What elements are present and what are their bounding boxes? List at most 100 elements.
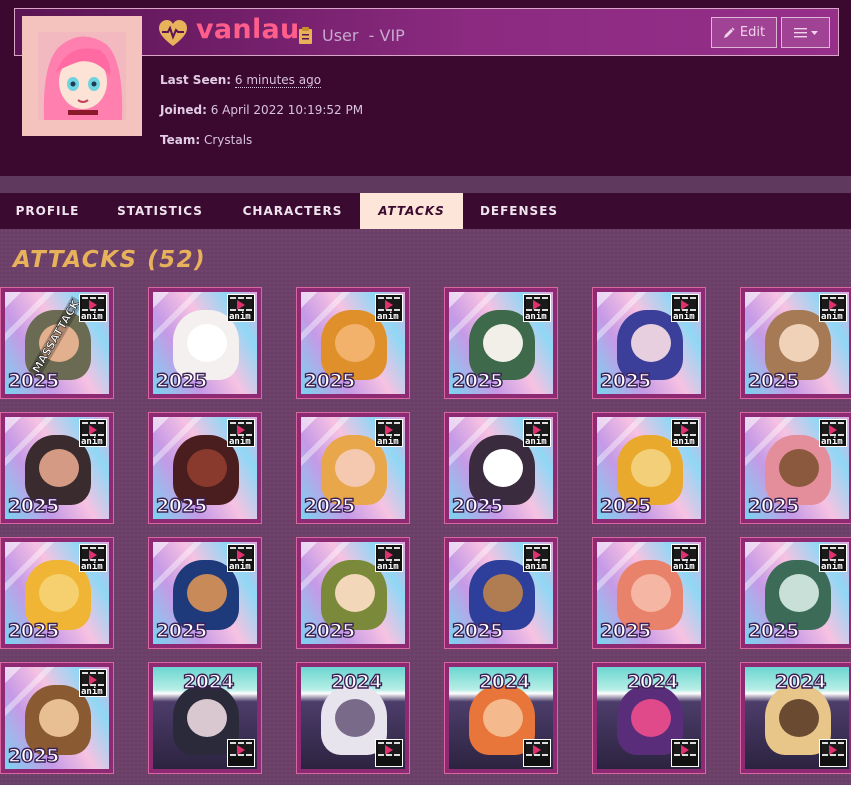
year-label: 2025 <box>303 494 356 517</box>
attack-thumbnail[interactable]: anim 2025 <box>444 537 558 649</box>
character-face <box>335 574 375 612</box>
year-label: 2025 <box>599 494 652 517</box>
last-seen-row: Last Seen: 6 minutes ago <box>160 73 322 88</box>
film-reel-icon <box>819 739 847 767</box>
attack-thumbnail[interactable]: anim 2025 <box>740 287 851 399</box>
attack-thumbnail[interactable]: anim 2025 <box>592 287 706 399</box>
attack-artwork: anim 2025 <box>449 292 553 394</box>
film-reel-icon <box>375 739 403 767</box>
year-label: 2025 <box>599 369 652 392</box>
attack-thumbnail[interactable]: anim 2025 <box>148 287 262 399</box>
film-reel-icon: anim <box>375 294 403 322</box>
last-seen-value: 6 minutes ago <box>234 73 322 88</box>
attack-thumbnail[interactable]: anim 2025 <box>296 537 410 649</box>
profile-header: vanlau User - VIP Edit Last Seen: 6 minu… <box>0 0 851 176</box>
username: vanlau <box>196 14 300 45</box>
year-label: 2024 <box>478 670 531 693</box>
attack-thumbnail[interactable]: anim 2025 <box>296 412 410 524</box>
character-face <box>779 449 819 487</box>
film-reel-icon: anim <box>671 294 699 322</box>
attack-thumbnail[interactable]: anim 2025 <box>592 537 706 649</box>
attack-artwork: MASSATTACK anim 2025 <box>5 292 109 394</box>
year-label: 2025 <box>303 619 356 642</box>
film-reel-icon: anim <box>819 294 847 322</box>
tab-defenses[interactable]: DEFENSES <box>463 193 575 229</box>
year-label: 2025 <box>747 369 800 392</box>
attack-artwork: anim 2025 <box>301 417 405 519</box>
attack-thumbnail[interactable]: anim 2025 <box>296 287 410 399</box>
role-name: User <box>322 26 359 45</box>
attack-thumbnail[interactable]: anim 2025 <box>0 412 114 524</box>
attack-thumbnail[interactable]: MASSATTACK anim 2025 <box>0 287 114 399</box>
attack-artwork: 2024 <box>745 667 849 769</box>
film-reel-icon: anim <box>523 419 551 447</box>
film-reel-icon <box>227 739 255 767</box>
attack-artwork: anim 2025 <box>597 417 701 519</box>
edit-button[interactable]: Edit <box>711 17 777 48</box>
year-label: 2024 <box>330 670 383 693</box>
film-reel-icon <box>671 739 699 767</box>
film-reel-icon: anim <box>79 419 107 447</box>
tab-statistics[interactable]: STATISTICS <box>95 193 225 229</box>
character-face <box>39 699 79 737</box>
character-face <box>335 449 375 487</box>
film-reel-icon: anim <box>671 419 699 447</box>
character-face <box>483 574 523 612</box>
attack-artwork: 2024 <box>153 667 257 769</box>
film-reel-icon: anim <box>79 294 107 322</box>
membership-label: - VIP <box>368 26 405 45</box>
attack-thumbnail[interactable]: anim 2025 <box>444 412 558 524</box>
tab-profile[interactable]: PROFILE <box>0 193 95 229</box>
attack-artwork: 2024 <box>449 667 553 769</box>
character-face <box>187 449 227 487</box>
character-face <box>483 324 523 362</box>
attack-thumbnail[interactable]: 2024 <box>740 662 851 774</box>
attack-thumbnail[interactable]: anim 2025 <box>148 412 262 524</box>
year-label: 2025 <box>7 744 60 767</box>
options-menu-button[interactable] <box>781 17 830 48</box>
attack-thumbnail[interactable]: 2024 <box>444 662 558 774</box>
year-label: 2024 <box>626 670 679 693</box>
attack-thumbnail[interactable]: anim 2025 <box>148 537 262 649</box>
caret-down-icon <box>810 30 818 35</box>
tab-attacks[interactable]: ATTACKS <box>360 193 463 229</box>
attack-artwork: anim 2025 <box>597 292 701 394</box>
character-face <box>187 699 227 737</box>
year-label: 2025 <box>451 369 504 392</box>
team-value[interactable]: Crystals <box>204 133 252 147</box>
tab-characters[interactable]: CHARACTERS <box>225 193 360 229</box>
attack-thumbnail[interactable]: anim 2025 <box>740 412 851 524</box>
attack-thumbnail[interactable]: 2024 <box>592 662 706 774</box>
year-label: 2025 <box>7 619 60 642</box>
film-reel-icon: anim <box>375 419 403 447</box>
attack-artwork: anim 2025 <box>301 542 405 644</box>
year-label: 2025 <box>451 619 504 642</box>
character-face <box>39 449 79 487</box>
attack-artwork: anim 2025 <box>5 417 109 519</box>
film-reel-icon: anim <box>375 544 403 572</box>
film-reel-icon: anim <box>79 544 107 572</box>
avatar[interactable] <box>22 16 142 136</box>
character-face <box>631 324 671 362</box>
film-reel-icon <box>523 739 551 767</box>
character-face <box>779 699 819 737</box>
attack-artwork: anim 2025 <box>5 667 109 769</box>
role-label: User - VIP <box>322 26 405 45</box>
attack-thumbnail[interactable]: 2024 <box>296 662 410 774</box>
attack-thumbnail[interactable]: anim 2025 <box>444 287 558 399</box>
character-face <box>779 574 819 612</box>
attack-thumbnail[interactable]: anim 2025 <box>0 537 114 649</box>
attack-thumbnail[interactable]: anim 2025 <box>592 412 706 524</box>
film-reel-icon: anim <box>523 294 551 322</box>
attack-thumbnail[interactable]: anim 2025 <box>0 662 114 774</box>
attack-artwork: anim 2025 <box>449 417 553 519</box>
year-label: 2025 <box>303 369 356 392</box>
attack-artwork: 2024 <box>301 667 405 769</box>
film-reel-icon: anim <box>671 544 699 572</box>
character-face <box>187 324 227 362</box>
year-label: 2025 <box>451 494 504 517</box>
attack-artwork: 2024 <box>597 667 701 769</box>
attack-thumbnail[interactable]: anim 2025 <box>740 537 851 649</box>
attack-artwork: anim 2025 <box>449 542 553 644</box>
attack-thumbnail[interactable]: 2024 <box>148 662 262 774</box>
